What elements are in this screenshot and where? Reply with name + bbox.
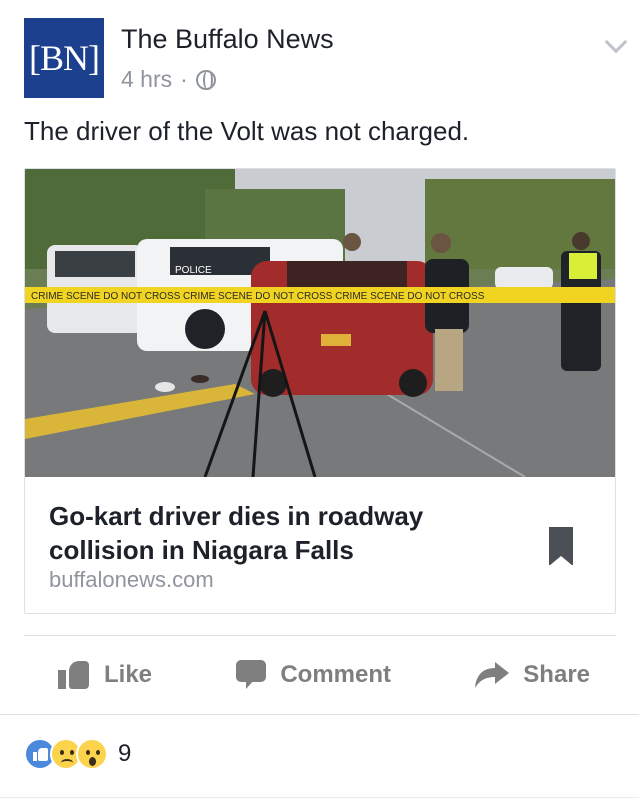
crime-scene-tape-text: CRIME SCENE DO NOT CROSS CRIME SCENE DO … bbox=[31, 291, 485, 302]
share-arrow-icon bbox=[475, 662, 510, 688]
like-label: Like bbox=[104, 661, 153, 688]
speech-bubble-icon bbox=[236, 660, 267, 690]
bookmark-icon[interactable] bbox=[549, 527, 573, 566]
globe-icon bbox=[195, 69, 216, 90]
reaction-count[interactable]: 9 bbox=[118, 740, 131, 768]
link-domain: buffalonews.com bbox=[49, 567, 214, 592]
chevron-down-icon[interactable] bbox=[604, 30, 628, 54]
share-button[interactable]: Share bbox=[475, 661, 590, 689]
meta-separator: · bbox=[180, 66, 188, 92]
reactions-divider bbox=[0, 714, 639, 715]
page-name[interactable]: The Buffalo News bbox=[121, 24, 334, 55]
action-divider-top bbox=[24, 635, 616, 636]
thumbs-up-icon bbox=[58, 661, 90, 689]
link-preview-image[interactable]: POLICE CRIME SCENE DO NOT CROSS CRIME SC… bbox=[25, 169, 615, 477]
wow-reaction-icon bbox=[76, 738, 108, 770]
post-timestamp[interactable]: 4 hrs bbox=[121, 66, 172, 93]
link-title[interactable]: Go-kart driver dies in roadway collision… bbox=[49, 499, 529, 567]
post-text: The driver of the Volt was not charged. bbox=[24, 116, 470, 146]
share-label: Share bbox=[523, 661, 590, 688]
link-preview-body[interactable]: Go-kart driver dies in roadway collision… bbox=[25, 477, 615, 613]
action-bar: Like Comment Share bbox=[24, 650, 616, 700]
like-button[interactable]: Like bbox=[58, 661, 152, 689]
police-label: POLICE bbox=[175, 265, 212, 276]
reaction-summary[interactable]: 9 bbox=[24, 738, 131, 770]
comment-button[interactable]: Comment bbox=[236, 660, 391, 690]
post-meta: 4 hrs · bbox=[121, 66, 216, 93]
bottom-divider bbox=[0, 797, 639, 798]
link-preview-card[interactable]: POLICE CRIME SCENE DO NOT CROSS CRIME SC… bbox=[24, 168, 616, 614]
crime-scene-photo: POLICE CRIME SCENE DO NOT CROSS CRIME SC… bbox=[25, 169, 615, 477]
page-avatar[interactable]: [BN] bbox=[24, 18, 104, 98]
post-header: [BN] The Buffalo News 4 hrs · bbox=[24, 18, 628, 102]
comment-label: Comment bbox=[280, 661, 391, 688]
